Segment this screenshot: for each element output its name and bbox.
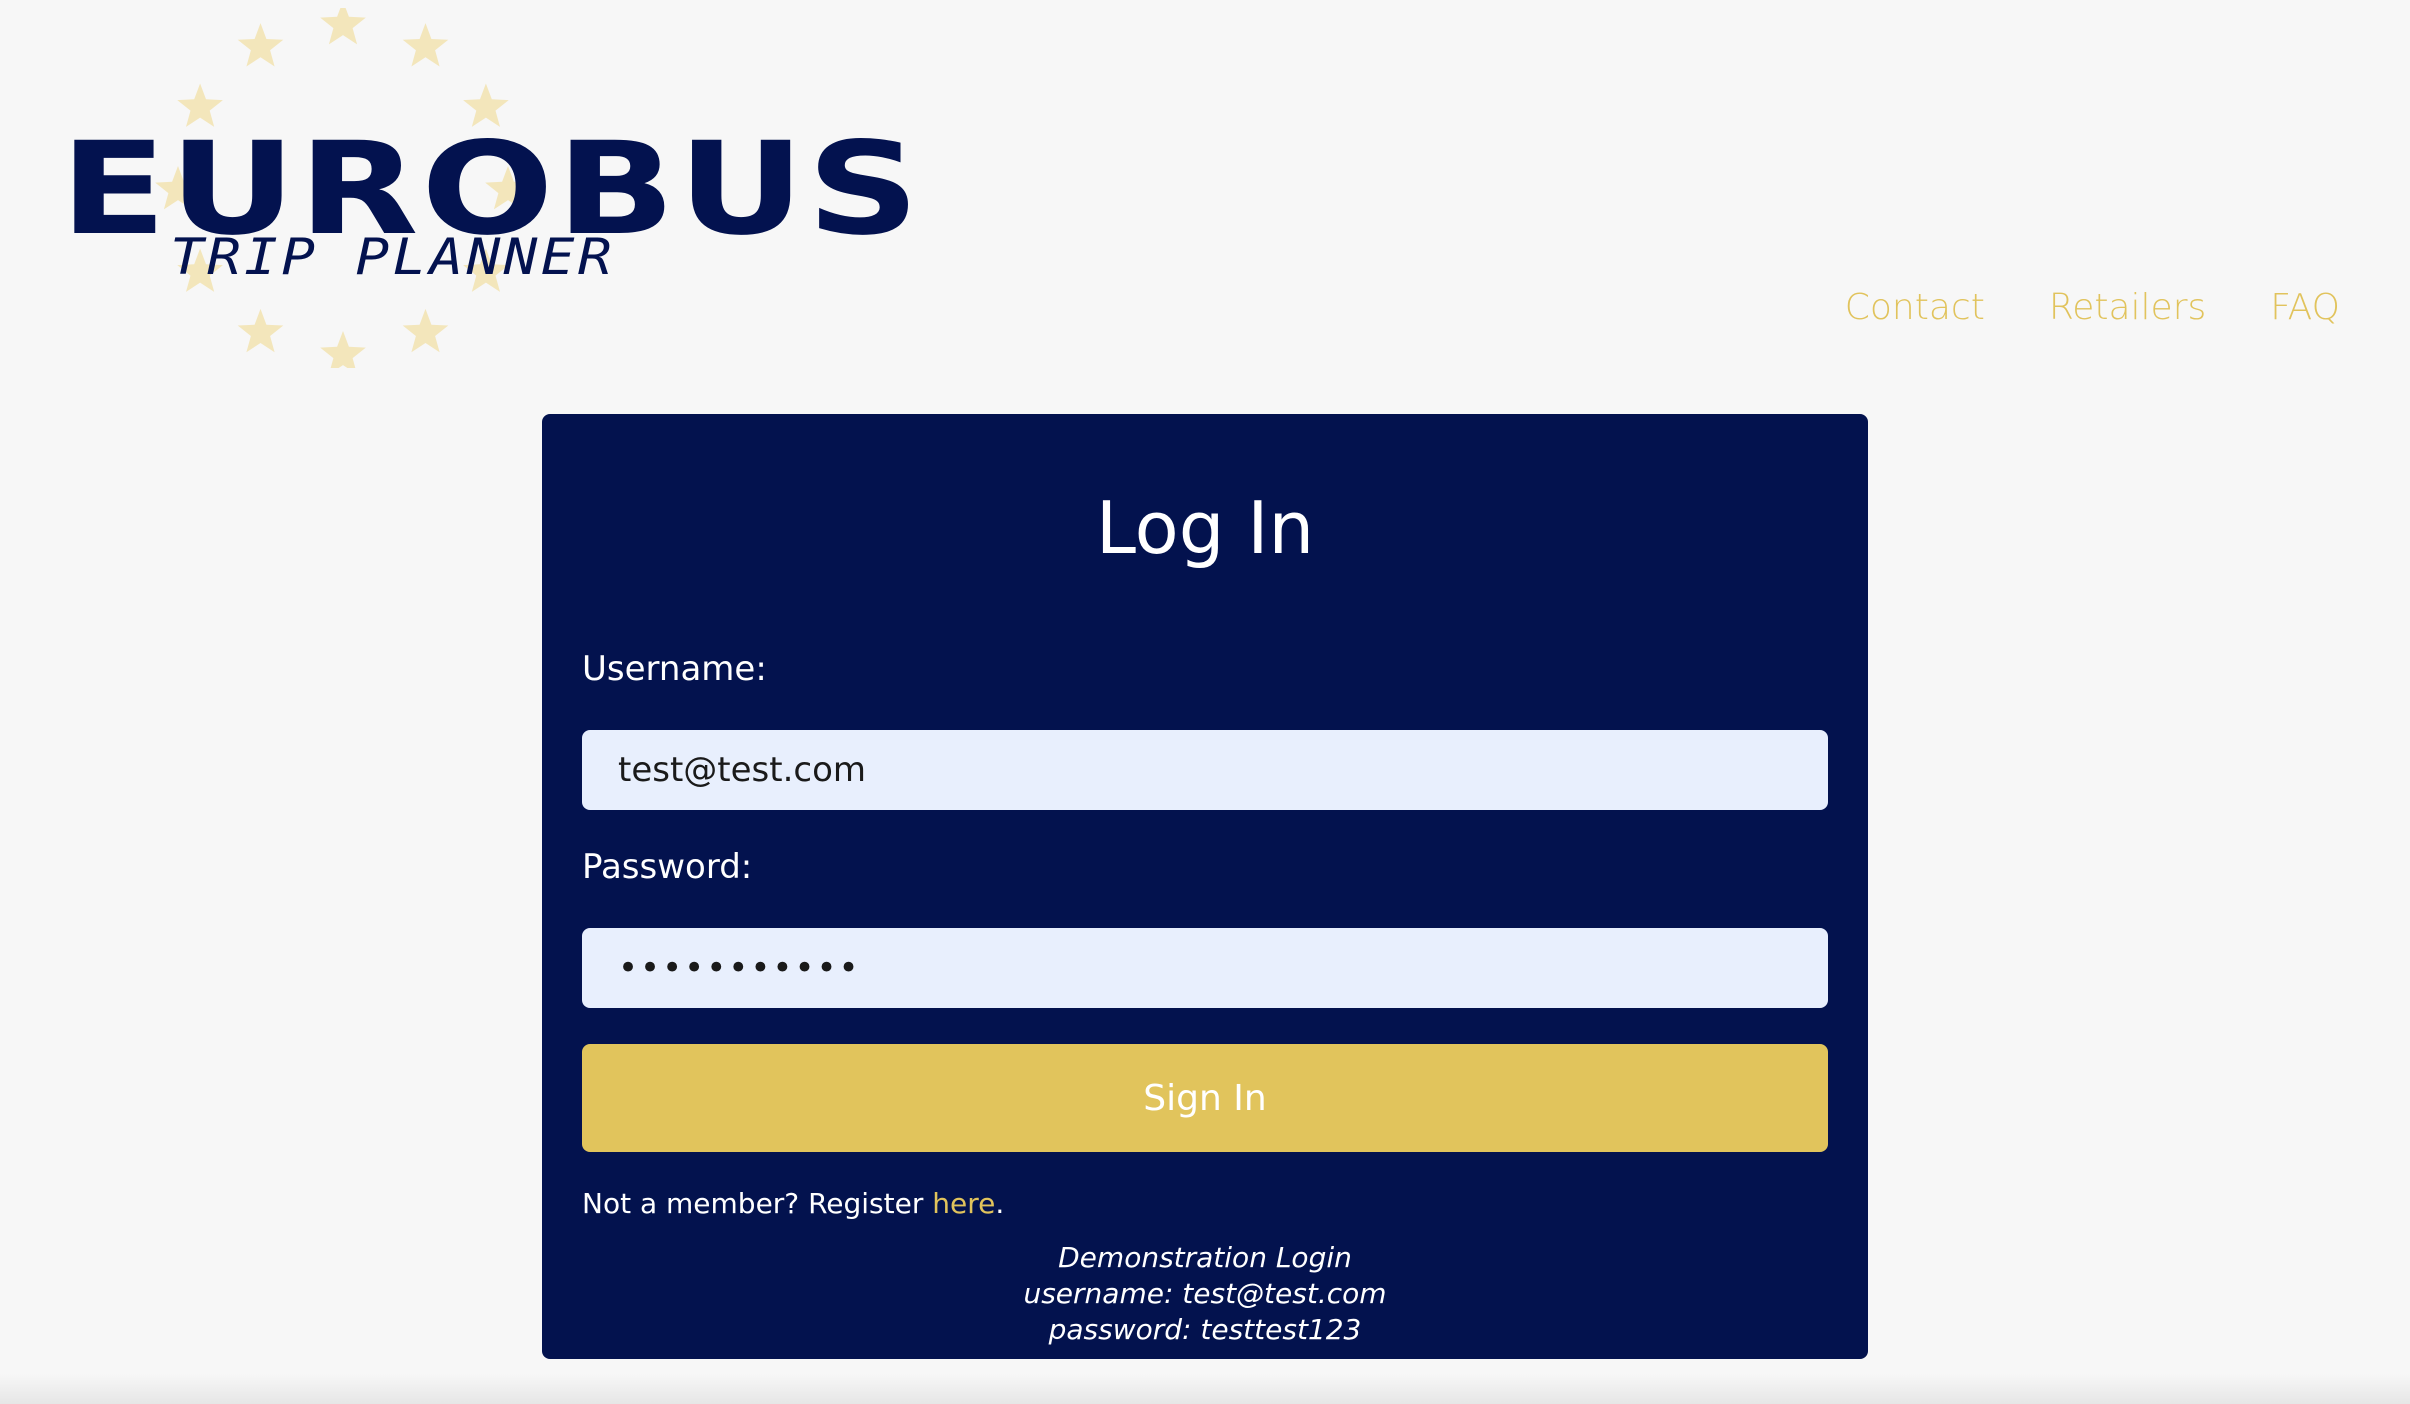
register-prefix-text: Not a member? Register bbox=[582, 1187, 933, 1220]
logo-star-icon bbox=[320, 331, 366, 368]
logo-subtitle: TRIP PLANNER bbox=[170, 228, 615, 286]
password-input[interactable] bbox=[582, 928, 1828, 1008]
demo-login-title: Demonstration Login bbox=[1058, 1241, 1352, 1274]
top-nav: Contact Retailers FAQ bbox=[1845, 290, 2340, 326]
register-prompt: Not a member? Register here. bbox=[582, 1190, 1004, 1218]
logo-star-icon bbox=[237, 308, 284, 353]
register-link[interactable]: here bbox=[932, 1187, 995, 1220]
logo-star-icon bbox=[237, 23, 284, 67]
page-background: EUROBUS TRIP PLANNER Contact Retailers F… bbox=[0, 0, 2410, 1404]
username-input[interactable] bbox=[582, 730, 1828, 810]
bottom-shadow bbox=[0, 1374, 2410, 1404]
login-card: Log In Username: Password: Sign In Not a… bbox=[542, 414, 1868, 1359]
login-title: Log In bbox=[1095, 486, 1315, 570]
logo-star-icon bbox=[320, 8, 366, 45]
demo-login-info: Demonstration Login username: test@test.… bbox=[542, 1240, 1868, 1348]
sign-in-button[interactable]: Sign In bbox=[582, 1044, 1828, 1152]
eurobus-logo[interactable]: EUROBUS TRIP PLANNER bbox=[60, 8, 919, 368]
logo-star-icon bbox=[402, 308, 449, 353]
nav-link-contact[interactable]: Contact bbox=[1845, 290, 1985, 326]
demo-login-password: password: testtest123 bbox=[1048, 1313, 1362, 1346]
demo-login-username: username: test@test.com bbox=[1023, 1277, 1387, 1310]
register-suffix-text: . bbox=[995, 1187, 1005, 1220]
password-label: Password: bbox=[582, 847, 753, 887]
username-label: Username: bbox=[582, 649, 767, 689]
logo-star-icon bbox=[402, 23, 449, 67]
nav-link-retailers[interactable]: Retailers bbox=[2049, 290, 2206, 326]
nav-link-faq[interactable]: FAQ bbox=[2270, 290, 2340, 326]
